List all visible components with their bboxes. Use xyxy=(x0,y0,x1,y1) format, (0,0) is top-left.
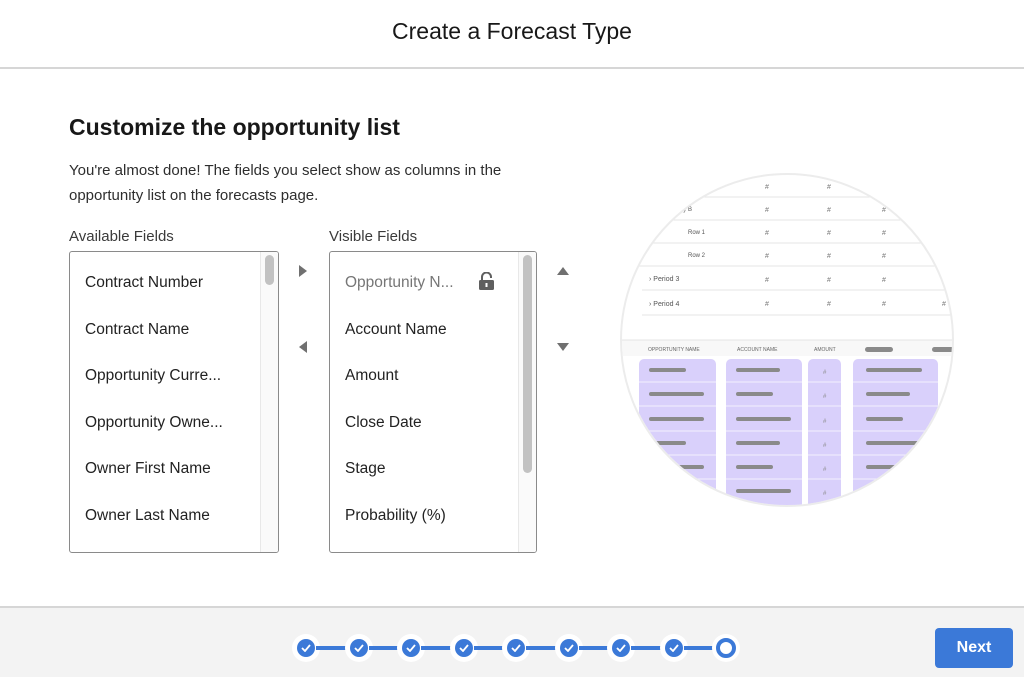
svg-text:#: # xyxy=(882,277,886,284)
next-button[interactable]: Next xyxy=(935,628,1013,668)
illus-column-header: OPPORTUNITY NAME xyxy=(648,347,700,353)
progress-connector xyxy=(316,646,349,650)
modal-footer: Next xyxy=(0,606,1024,677)
progress-step-current xyxy=(712,634,740,662)
available-field-item[interactable]: Opportunity Owne... xyxy=(85,414,223,432)
page-description: You're almost done! The fields you selec… xyxy=(69,162,502,204)
svg-text:#: # xyxy=(827,301,831,308)
available-field-item[interactable]: Contract Number xyxy=(85,274,203,292)
check-icon xyxy=(402,639,420,657)
svg-text:#: # xyxy=(827,230,831,237)
available-field-item[interactable]: Owner First Name xyxy=(85,460,211,478)
modal-header: Create a Forecast Type xyxy=(0,0,1024,69)
progress-connector xyxy=(526,646,559,650)
available-field-item[interactable]: Owner Last Name xyxy=(85,507,210,525)
progress-connector xyxy=(631,646,664,650)
available-fields-scrollbar[interactable] xyxy=(260,252,278,552)
opportunity-list-illustration: uct Family B Row 1 Row 2 › Period 3 › Pe… xyxy=(620,173,954,507)
check-icon xyxy=(612,639,630,657)
check-icon xyxy=(349,639,368,657)
scrollbar-thumb[interactable] xyxy=(523,255,532,473)
check-icon xyxy=(507,639,525,657)
svg-text:#: # xyxy=(882,301,886,308)
page-title: Customize the opportunity list xyxy=(69,114,400,140)
visible-field-item[interactable]: Amount xyxy=(345,367,398,385)
move-up-icon[interactable] xyxy=(555,263,571,279)
scrollbar-thumb[interactable] xyxy=(265,255,274,285)
visible-fields-label: Visible Fields xyxy=(329,228,418,245)
svg-text:#: # xyxy=(827,253,831,260)
available-field-item[interactable]: Contract Name xyxy=(85,321,189,339)
svg-text:#: # xyxy=(827,207,831,214)
move-down-icon[interactable] xyxy=(555,339,571,355)
check-icon xyxy=(664,639,683,657)
check-icon xyxy=(559,639,578,657)
visible-field-item[interactable]: Probability (%) xyxy=(345,507,446,525)
move-left-icon[interactable] xyxy=(295,339,311,355)
lock-icon xyxy=(478,271,495,290)
svg-text:#: # xyxy=(882,253,886,260)
visible-fields-listbox[interactable]: Opportunity N... Account Name Amount Clo… xyxy=(329,251,537,553)
illus-row-label: uct Family B xyxy=(659,207,692,213)
progress-connector xyxy=(421,646,454,650)
svg-text:#: # xyxy=(765,230,769,237)
available-fields-label: Available Fields xyxy=(69,228,174,245)
check-icon xyxy=(454,639,473,657)
svg-text:#: # xyxy=(827,184,831,191)
svg-text:#: # xyxy=(827,277,831,284)
check-icon xyxy=(297,639,315,657)
svg-text:#: # xyxy=(765,277,769,284)
modal-title: Create a Forecast Type xyxy=(392,18,632,44)
visible-field-item[interactable]: Stage xyxy=(345,460,386,478)
modal-body: Customize the opportunity list You're al… xyxy=(0,70,1024,606)
svg-text:#: # xyxy=(765,184,769,191)
svg-text:#: # xyxy=(942,301,946,308)
move-right-icon[interactable] xyxy=(295,263,311,279)
visible-field-item[interactable]: Close Date xyxy=(345,414,422,432)
visible-field-item-locked[interactable]: Opportunity N... xyxy=(345,274,454,292)
illus-row-label: › Period 3 xyxy=(649,276,679,283)
available-fields-listbox[interactable]: Contract Number Contract Name Opportunit… xyxy=(69,251,279,553)
visible-fields-scrollbar[interactable] xyxy=(518,252,536,552)
svg-text:#: # xyxy=(882,230,886,237)
svg-text:#: # xyxy=(765,301,769,308)
svg-text:#: # xyxy=(765,207,769,214)
illus-row-label: Row 2 xyxy=(688,253,706,259)
svg-text:#: # xyxy=(882,207,886,214)
illus-row-label: Row 1 xyxy=(688,230,706,236)
current-step-icon xyxy=(716,638,736,658)
illustration-graphic: uct Family B Row 1 Row 2 › Period 3 › Pe… xyxy=(622,184,952,505)
illus-column-header: AMOUNT xyxy=(814,347,836,353)
illus-column-header: ACCOUNT NAME xyxy=(737,347,778,353)
svg-text:#: # xyxy=(765,253,769,260)
available-field-item[interactable]: Opportunity Curre... xyxy=(85,367,221,385)
visible-field-item[interactable]: Account Name xyxy=(345,321,447,339)
illus-row-label: › Period 4 xyxy=(649,301,679,308)
